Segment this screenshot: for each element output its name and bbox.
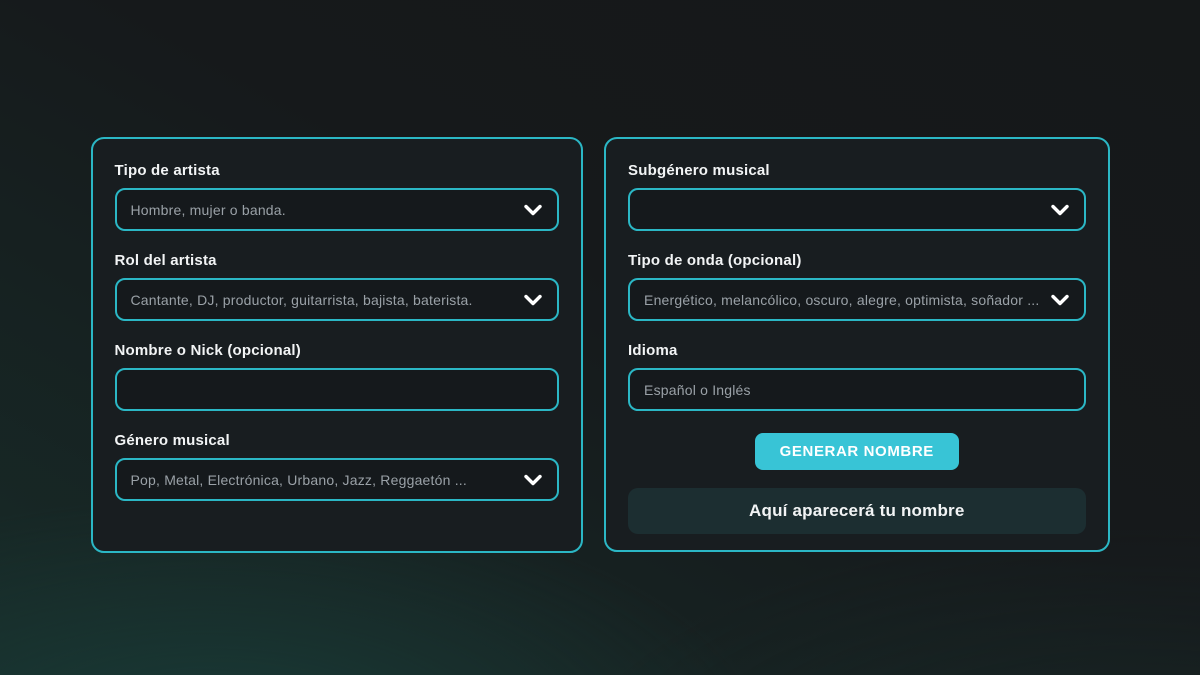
field-subgenre: Subgénero musical	[628, 162, 1085, 231]
nickname-input[interactable]	[115, 368, 560, 411]
result-box: Aquí aparecerá tu nombre	[628, 488, 1085, 534]
form-panels: Tipo de artista Hombre, mujer o banda. R…	[91, 137, 1110, 553]
field-nickname: Nombre o Nick (opcional)	[115, 342, 560, 411]
genre-select[interactable]: Pop, Metal, Electrónica, Urbano, Jazz, R…	[115, 458, 560, 501]
generate-button-row: GENERAR NOMBRE	[628, 433, 1085, 470]
chevron-down-icon	[524, 294, 542, 306]
subgenre-select[interactable]	[628, 188, 1085, 231]
vibe-placeholder: Energético, melancólico, oscuro, alegre,…	[644, 292, 1039, 308]
field-language: Idioma	[628, 342, 1085, 411]
artist-info-panel: Tipo de artista Hombre, mujer o banda. R…	[91, 137, 584, 553]
artist-type-placeholder: Hombre, mujer o banda.	[131, 202, 514, 218]
artist-type-select[interactable]: Hombre, mujer o banda.	[115, 188, 560, 231]
generate-name-button[interactable]: GENERAR NOMBRE	[755, 433, 959, 470]
field-artist-role: Rol del artista Cantante, DJ, productor,…	[115, 252, 560, 321]
chevron-down-icon	[524, 204, 542, 216]
artist-role-label: Rol del artista	[115, 252, 560, 269]
artist-role-placeholder: Cantante, DJ, productor, guitarrista, ba…	[131, 292, 514, 308]
field-vibe: Tipo de onda (opcional) Energético, mela…	[628, 252, 1085, 321]
language-label: Idioma	[628, 342, 1085, 359]
nickname-label: Nombre o Nick (opcional)	[115, 342, 560, 359]
chevron-down-icon	[1051, 294, 1069, 306]
generation-panel: Subgénero musical Tipo de onda (opcional…	[604, 137, 1109, 552]
field-artist-type: Tipo de artista Hombre, mujer o banda.	[115, 162, 560, 231]
chevron-down-icon	[1051, 204, 1069, 216]
subgenre-label: Subgénero musical	[628, 162, 1085, 179]
genre-label: Género musical	[115, 432, 560, 449]
language-input[interactable]	[628, 368, 1085, 411]
genre-placeholder: Pop, Metal, Electrónica, Urbano, Jazz, R…	[131, 472, 514, 488]
vibe-select[interactable]: Energético, melancólico, oscuro, alegre,…	[628, 278, 1085, 321]
artist-role-select[interactable]: Cantante, DJ, productor, guitarrista, ba…	[115, 278, 560, 321]
vibe-label: Tipo de onda (opcional)	[628, 252, 1085, 269]
chevron-down-icon	[524, 474, 542, 486]
artist-type-label: Tipo de artista	[115, 162, 560, 179]
field-genre: Género musical Pop, Metal, Electrónica, …	[115, 432, 560, 501]
